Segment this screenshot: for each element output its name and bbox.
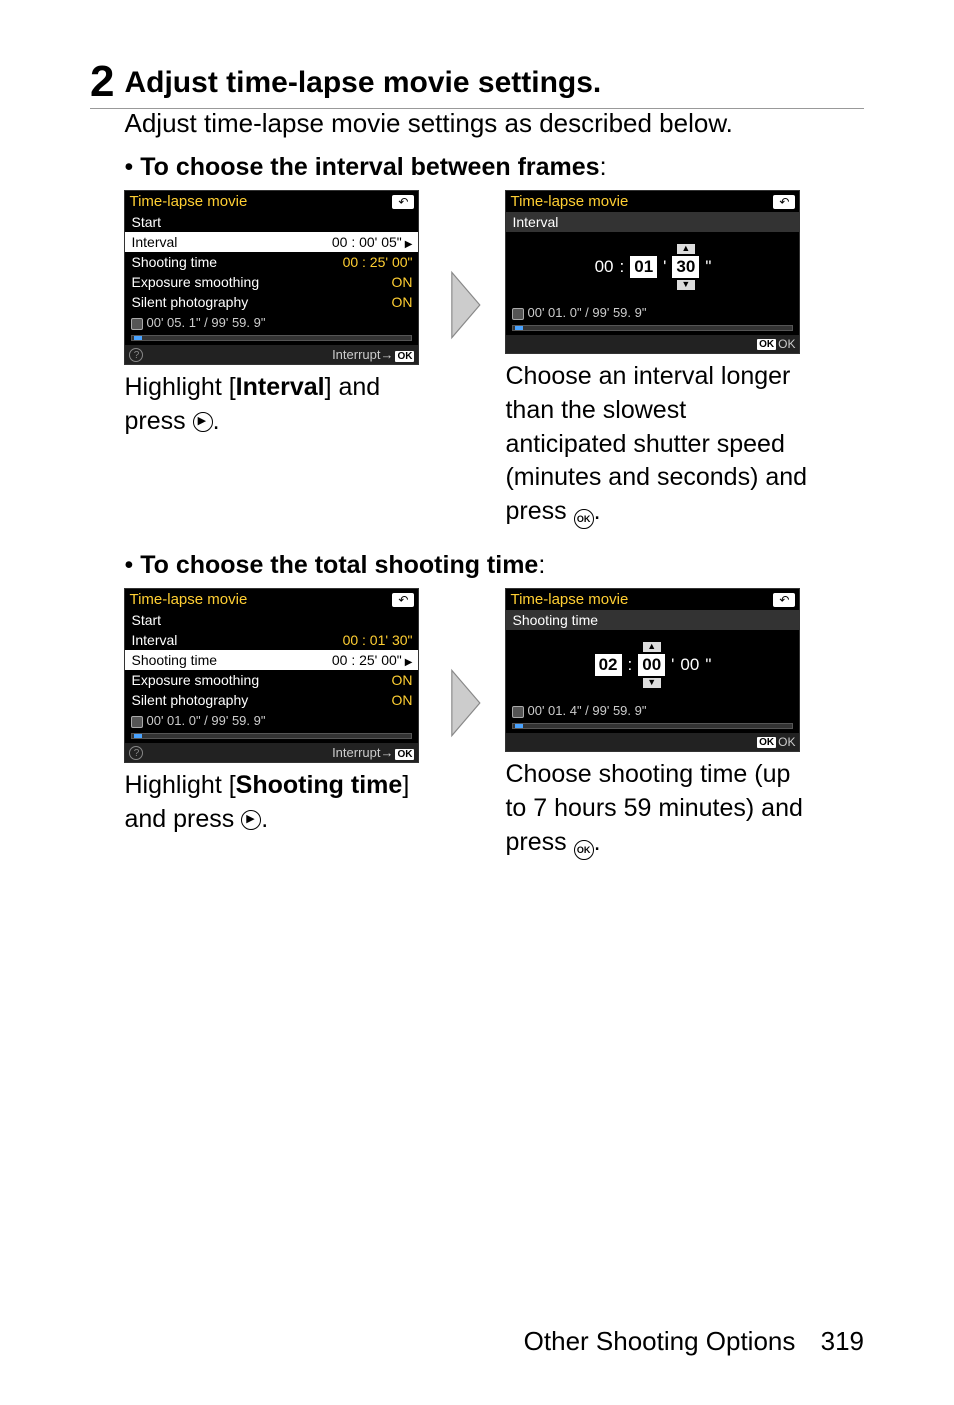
- caption-b-left: Highlight [Shooting time] and press .: [124, 769, 429, 837]
- back-icon: ↶: [773, 593, 795, 607]
- help-icon: ?: [129, 348, 143, 362]
- menu-screenshot-interval-edit: Time-lapse movie↶ Interval 00: 01 ' ▲30▼…: [505, 190, 800, 354]
- menu-screenshot-shooting-list: Time-lapse movie↶ Start Interval00 : 01'…: [124, 588, 419, 763]
- movie-icon: [131, 716, 143, 728]
- page-number: 319: [821, 1326, 864, 1356]
- back-icon: ↶: [392, 593, 414, 607]
- caption-a-left: Highlight [Interval] and press .: [124, 371, 429, 439]
- movie-icon: [512, 308, 524, 320]
- arrow-separator-icon: [447, 270, 487, 340]
- back-icon: ↶: [392, 195, 414, 209]
- page-footer: Other Shooting Options 319: [524, 1326, 864, 1357]
- section-a-heading: • To choose the interval between frames:: [124, 153, 864, 182]
- footer-section: Other Shooting Options: [524, 1326, 796, 1356]
- multi-selector-right-icon: [193, 412, 213, 432]
- step-desc: Adjust time-lapse movie settings as desc…: [124, 106, 864, 141]
- section-b-heading: • To choose the total shooting time:: [124, 551, 864, 580]
- caption-b-right: Choose shooting time (up to 7 hours 59 m…: [505, 758, 810, 860]
- multi-selector-right-icon: [241, 810, 261, 830]
- step-number: 2: [90, 60, 114, 104]
- back-icon: ↶: [773, 195, 795, 209]
- caption-a-right: Choose an interval longer than the slowe…: [505, 360, 810, 529]
- movie-icon: [512, 706, 524, 718]
- ok-button-icon: OK: [574, 509, 594, 529]
- arrow-separator-icon: [447, 668, 487, 738]
- ok-button-icon: OK: [574, 840, 594, 860]
- menu-screenshot-shooting-edit: Time-lapse movie↶ Shooting time 02 : ▲00…: [505, 588, 800, 752]
- menu-screenshot-interval-list: Time-lapse movie↶ Start Interval00 : 00'…: [124, 190, 419, 365]
- movie-icon: [131, 318, 143, 330]
- step-title: Adjust time-lapse movie settings.: [124, 66, 864, 100]
- help-icon: ?: [129, 746, 143, 760]
